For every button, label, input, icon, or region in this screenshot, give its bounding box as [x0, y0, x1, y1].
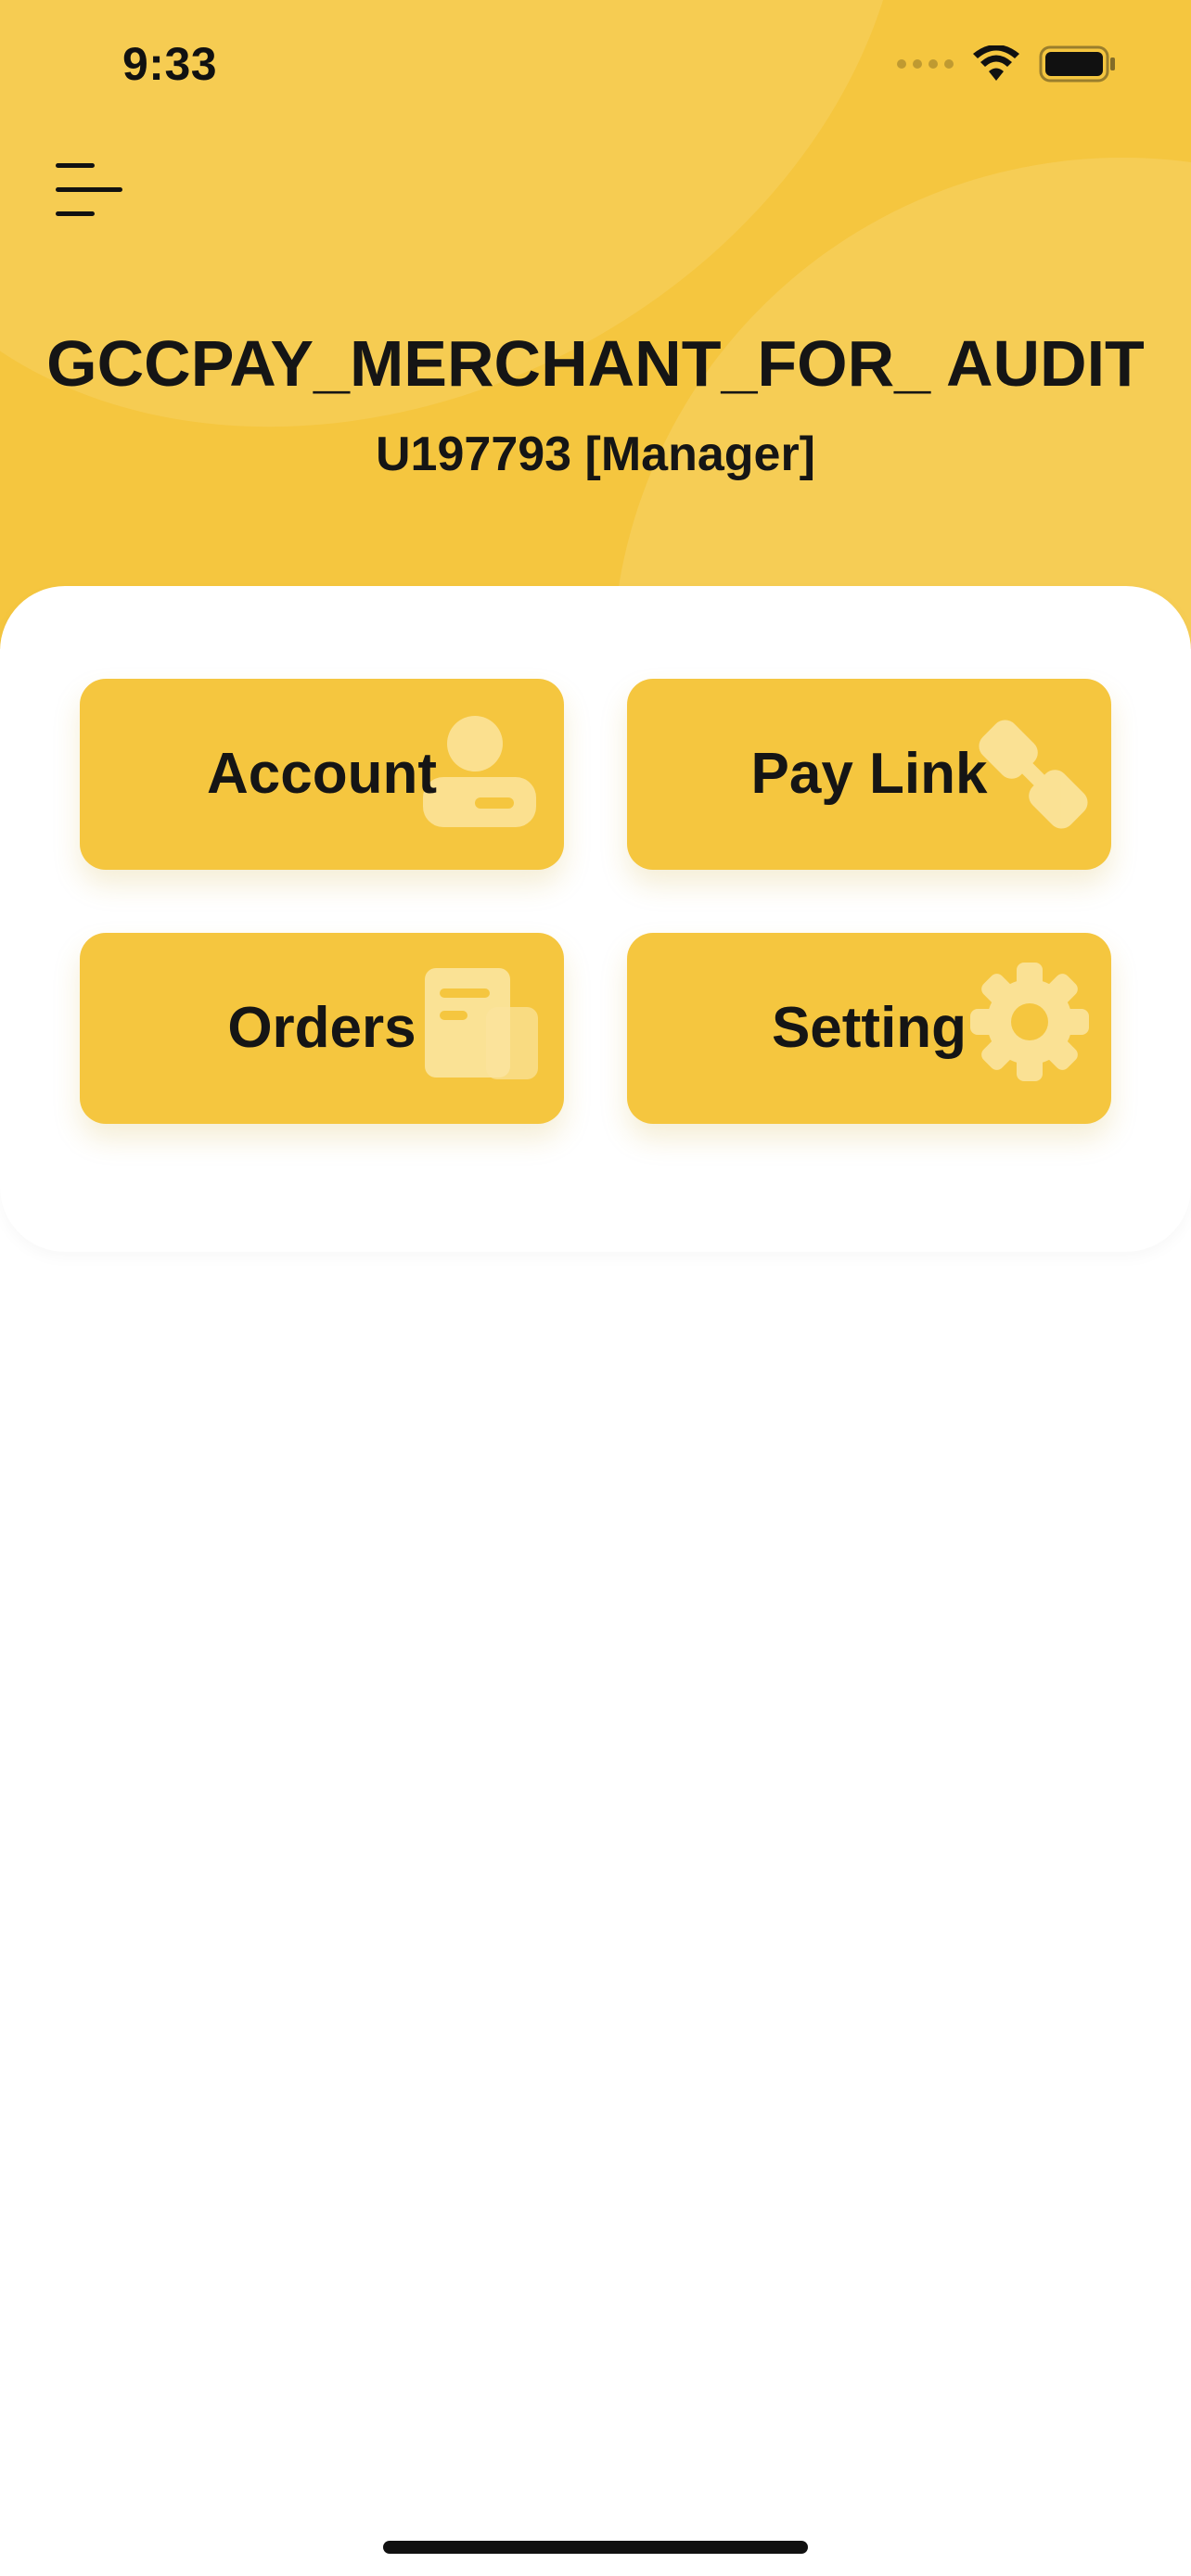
account-tile[interactable]: Account: [80, 679, 564, 870]
home-indicator: [383, 2541, 808, 2554]
account-label: Account: [207, 742, 437, 806]
status-time: 9:33: [122, 38, 218, 90]
header-banner: 9:33 GCCPAY_MERCHANT_FOR_ AUDIT U197793 …: [0, 0, 1191, 649]
pay-link-tile[interactable]: Pay Link: [627, 679, 1111, 870]
merchant-name: GCCPAY_MERCHANT_FOR_ AUDIT: [46, 327, 1145, 400]
setting-label: Setting: [771, 996, 967, 1060]
orders-label: Orders: [227, 996, 416, 1060]
menu-button[interactable]: [52, 158, 126, 224]
orders-tile[interactable]: Orders: [80, 933, 564, 1124]
menu-icon: [56, 163, 122, 216]
user-role: U197793 [Manager]: [376, 427, 815, 481]
wifi-icon: [973, 45, 1019, 81]
pay-link-label: Pay Link: [750, 742, 988, 806]
status-indicators: [897, 45, 1117, 83]
battery-icon: [1039, 45, 1115, 83]
cellular-signal-icon: [897, 59, 954, 69]
menu-panel: Account Pay Link Orders Setting: [0, 586, 1191, 1252]
setting-tile[interactable]: Setting: [627, 933, 1111, 1124]
